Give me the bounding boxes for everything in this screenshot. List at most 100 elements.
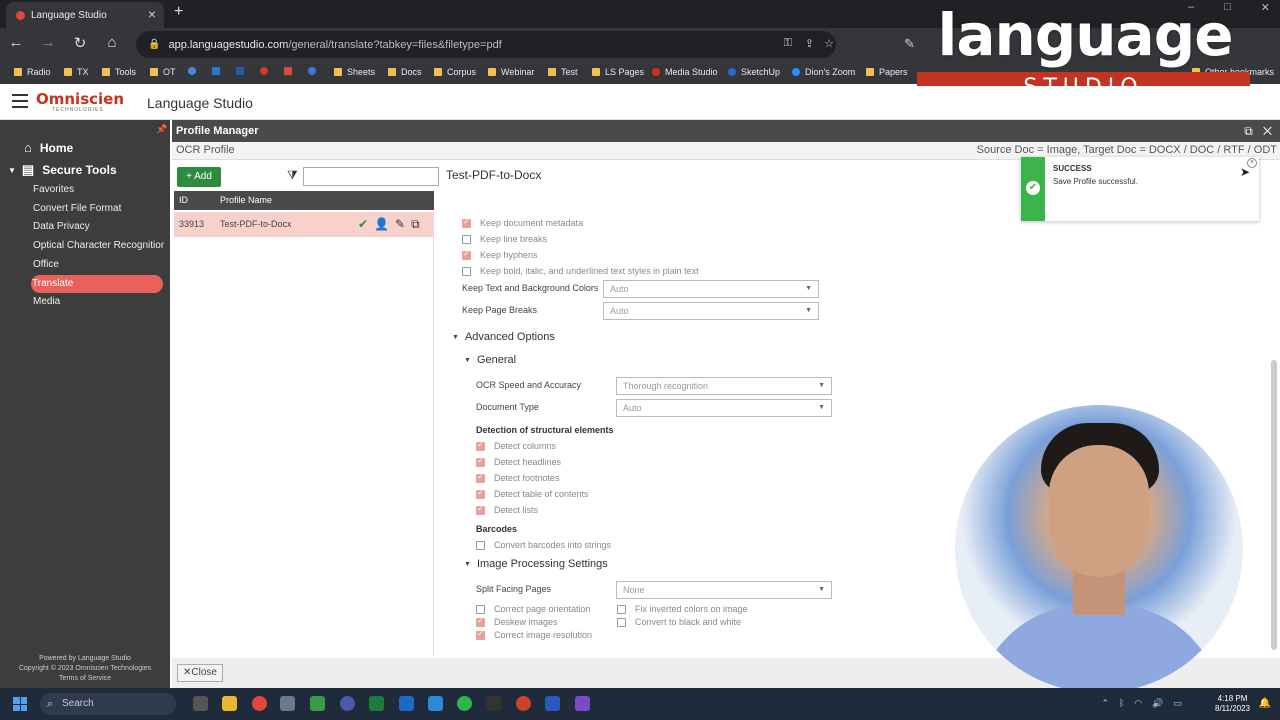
bookmark-app-icon[interactable] [212, 67, 225, 75]
browser-tab[interactable]: Language Studio × [6, 2, 164, 28]
checkbox-convert-barcodes[interactable]: Convert barcodes into strings [476, 540, 611, 550]
forward-icon[interactable]: → [38, 34, 58, 51]
bookmark-tx[interactable]: TX [64, 67, 89, 77]
split-facing-select[interactable]: None ▼ [616, 581, 832, 599]
filter-icon[interactable]: ⧩ [287, 168, 298, 183]
file-explorer-icon[interactable] [222, 696, 237, 711]
bookmark-ls-pages[interactable]: LS Pages [592, 67, 644, 77]
bookmark-ot[interactable]: OT [150, 67, 176, 77]
sidebar-item-media[interactable]: Media [32, 293, 164, 311]
line-icon[interactable] [457, 696, 472, 711]
bookmark-sketchup[interactable]: SketchUp [728, 67, 780, 77]
tab-close-icon[interactable]: × [148, 6, 156, 22]
word-icon[interactable] [545, 696, 560, 711]
sidebar-item-favorites[interactable]: Favorites [32, 181, 164, 199]
form-scrollbar[interactable] [1271, 360, 1277, 650]
hamburger-menu-icon[interactable] [12, 94, 28, 108]
checkbox-keep-bold-italic[interactable]: Keep bold, italic, and underlined text s… [462, 266, 699, 276]
reload-icon[interactable]: ↻ [70, 34, 90, 52]
sidebar-item-convert-file-format[interactable]: Convert File Format [32, 200, 164, 218]
checkbox-detect-lists[interactable]: Detect lists [476, 504, 538, 515]
share-icon[interactable]: ⇪ [805, 37, 814, 50]
app-icon[interactable] [340, 696, 355, 711]
checkbox-detect-footnotes[interactable]: Detect footnotes [476, 472, 560, 483]
profile-search-input[interactable] [303, 167, 439, 186]
checkbox-detect-toc[interactable]: Detect table of contents [476, 488, 589, 499]
copy-icon[interactable]: ⧉ [411, 212, 420, 237]
checkbox-keep-metadata[interactable]: Keep document metadata [462, 217, 583, 228]
sidebar-item-ocr[interactable]: Optical Character Recognition ( [32, 237, 164, 255]
bookmark-app-icon[interactable] [188, 67, 201, 75]
terminal-icon[interactable] [486, 696, 501, 711]
bookmark-radio[interactable]: Radio [14, 67, 51, 77]
app-icon[interactable] [310, 696, 325, 711]
app-icon[interactable] [575, 696, 590, 711]
checkbox-black-white[interactable]: Convert to black and white [617, 617, 741, 627]
taskbar-clock[interactable]: 4:18 PM 8/11/2023 [1215, 694, 1250, 714]
back-icon[interactable]: ← [6, 34, 26, 51]
outlook-icon[interactable] [399, 696, 414, 711]
bookmark-tools[interactable]: Tools [102, 67, 136, 77]
bookmark-webinar[interactable]: Webinar [488, 67, 534, 77]
edit-icon[interactable]: ✎ [395, 212, 405, 237]
advanced-options-toggle[interactable]: ▼ Advanced Options [452, 331, 555, 343]
bookmark-dions-zoom[interactable]: Dion's Zoom [792, 67, 855, 77]
pin-icon[interactable]: 📌 [156, 124, 167, 135]
bookmark-sheets[interactable]: Sheets [334, 67, 375, 77]
checkbox-fix-inverted[interactable]: Fix inverted colors on image [617, 604, 748, 614]
bookmark-media-studio[interactable]: Media Studio [652, 67, 718, 77]
bookmark-corpus[interactable]: Corpus [434, 67, 476, 77]
task-view-icon[interactable] [193, 696, 208, 711]
bookmark-app-icon[interactable] [308, 67, 321, 75]
checkbox-correct-resolution[interactable]: Correct image resolution [476, 629, 592, 640]
column-header-id[interactable]: ID [179, 191, 188, 210]
default-check-icon[interactable]: ✔ [358, 212, 368, 237]
bookmark-docs[interactable]: Docs [388, 67, 422, 77]
skype-icon[interactable] [428, 696, 443, 711]
bookmark-app-icon[interactable] [236, 67, 249, 75]
excel-icon[interactable] [369, 696, 384, 711]
ocr-speed-select[interactable]: Thorough recognition ▼ [616, 377, 832, 395]
volume-icon[interactable]: 🔊 [1152, 698, 1163, 709]
user-icon[interactable]: 👤 [374, 212, 389, 237]
home-icon[interactable]: ⌂ [102, 34, 122, 51]
key-icon[interactable]: ⚿ [784, 37, 792, 50]
terms-link[interactable]: Terms of Service [0, 674, 170, 684]
new-tab-icon[interactable]: + [174, 3, 183, 21]
keep-colors-select[interactable]: Auto ▼ [603, 280, 819, 298]
bookmark-star-icon[interactable]: ☆ [824, 37, 834, 50]
column-header-profile-name[interactable]: Profile Name [220, 191, 272, 210]
close-button[interactable]: ✕Close [177, 664, 223, 682]
image-processing-toggle[interactable]: ▼ Image Processing Settings [464, 558, 608, 570]
bookmark-papers[interactable]: Papers [866, 67, 908, 77]
checkbox-detect-headlines[interactable]: Detect headlines [476, 456, 561, 467]
bookmark-test[interactable]: Test [548, 67, 578, 77]
address-bar[interactable]: 🔒 app.languagestudio.com /general/transl… [136, 31, 836, 58]
sidebar-item-home[interactable]: ⌂ Home [24, 140, 73, 155]
wifi-icon[interactable]: ◠ [1134, 698, 1142, 709]
sidebar-item-translate[interactable]: Translate [31, 275, 163, 293]
battery-icon[interactable]: ▭ [1173, 698, 1182, 709]
checkbox-detect-columns[interactable]: Detect columns [476, 440, 556, 451]
notification-icon[interactable]: 🔔 [1259, 698, 1271, 709]
document-type-select[interactable]: Auto ▼ [616, 399, 832, 417]
bluetooth-icon[interactable]: ᛒ [1119, 698, 1124, 709]
checkbox-correct-orientation[interactable]: Correct page orientation [476, 604, 591, 614]
checkbox-keep-hyphens[interactable]: Keep hyphens [462, 249, 538, 260]
app-icon[interactable] [280, 696, 295, 711]
add-profile-button[interactable]: + Add [177, 167, 221, 187]
bookmark-app-icon[interactable] [260, 67, 273, 75]
panel-close-icon[interactable]: ✕ [1263, 124, 1272, 138]
pen-icon[interactable]: ✎ [904, 36, 915, 52]
keep-page-breaks-select[interactable]: Auto ▼ [603, 302, 819, 320]
sidebar-item-office[interactable]: Office [32, 256, 164, 274]
checkbox-keep-line-breaks[interactable]: Keep line breaks [462, 234, 547, 244]
powerpoint-icon[interactable] [516, 696, 531, 711]
sidebar-item-secure-tools[interactable]: ▼ ▤ Secure Tools [8, 162, 117, 178]
bookmark-app-icon[interactable] [284, 67, 297, 75]
window-close-icon[interactable]: ✕ [1261, 1, 1270, 14]
general-section-toggle[interactable]: ▼ General [464, 354, 516, 366]
sidebar-item-data-privacy[interactable]: Data Privacy [32, 218, 164, 236]
windows-start-icon[interactable] [13, 697, 27, 711]
restore-icon[interactable]: ⧉ [1244, 124, 1253, 138]
